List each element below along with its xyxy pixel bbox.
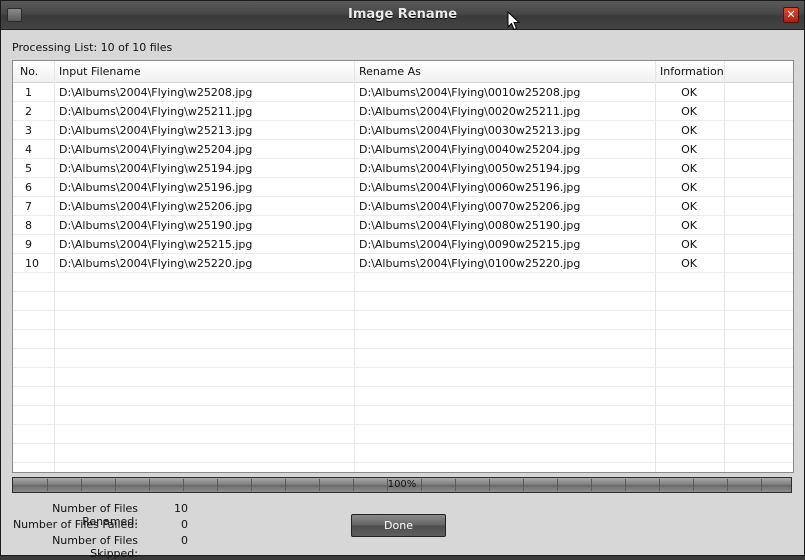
column-header-information[interactable]: Information xyxy=(660,65,724,78)
cell-no: 8 xyxy=(25,219,32,232)
cell-input-filename: D:\Albums\2004\Flying\w25190.jpg xyxy=(59,219,253,232)
image-rename-dialog: Image Rename ✕ Processing List: 10 of 10… xyxy=(0,0,805,560)
grid-row-line xyxy=(13,443,793,444)
cell-rename-as: D:\Albums\2004\Flying\0100w25220.jpg xyxy=(359,257,581,270)
cell-information: OK xyxy=(681,200,697,213)
progress-percent: 100% xyxy=(387,479,417,490)
cell-no: 4 xyxy=(25,143,32,156)
grid-row-line xyxy=(13,424,793,425)
cell-input-filename: D:\Albums\2004\Flying\w25206.jpg xyxy=(59,200,253,213)
cell-information: OK xyxy=(681,162,697,175)
cell-information: OK xyxy=(681,124,697,137)
cell-information: OK xyxy=(681,257,697,270)
column-header-no[interactable]: No. xyxy=(20,65,38,78)
cell-no: 2 xyxy=(25,105,32,118)
cell-input-filename: D:\Albums\2004\Flying\w25204.jpg xyxy=(59,143,253,156)
files-renamed-value: 10 xyxy=(174,502,188,515)
cell-no: 3 xyxy=(25,124,32,137)
progress-bar: 100% xyxy=(12,477,792,493)
cell-rename-as: D:\Albums\2004\Flying\0010w25208.jpg xyxy=(359,86,581,99)
grid-row-line xyxy=(13,329,793,330)
title-bar[interactable]: Image Rename ✕ xyxy=(1,1,804,30)
table-row[interactable]: 8 D:\Albums\2004\Flying\w25190.jpg D:\Albu… xyxy=(13,216,793,235)
cell-no: 10 xyxy=(25,257,39,270)
cell-input-filename: D:\Albums\2004\Flying\w25220.jpg xyxy=(59,257,253,270)
cell-input-filename: D:\Albums\2004\Flying\w25208.jpg xyxy=(59,86,253,99)
cell-information: OK xyxy=(681,181,697,194)
cell-no: 6 xyxy=(25,181,32,194)
cell-no: 7 xyxy=(25,200,32,213)
grid-row-line xyxy=(13,310,793,311)
grid-row-line xyxy=(13,462,793,463)
cell-information: OK xyxy=(681,86,697,99)
cell-information: OK xyxy=(681,143,697,156)
cell-information: OK xyxy=(681,219,697,232)
cell-rename-as: D:\Albums\2004\Flying\0050w25194.jpg xyxy=(359,162,581,175)
cell-input-filename: D:\Albums\2004\Flying\w25211.jpg xyxy=(59,105,253,118)
processing-list-table[interactable]: No. Input Filename Rename As Information… xyxy=(12,60,794,473)
cell-no: 1 xyxy=(25,86,32,99)
window-title: Image Rename xyxy=(347,7,458,22)
column-header-rename-as[interactable]: Rename As xyxy=(359,65,421,78)
grid-row-line xyxy=(13,291,793,292)
grid-row-line xyxy=(13,367,793,368)
close-icon[interactable]: ✕ xyxy=(783,7,799,23)
table-row[interactable]: 2 D:\Albums\2004\Flying\w25211.jpg D:\Albu… xyxy=(13,102,793,121)
cell-no: 9 xyxy=(25,238,32,251)
table-row[interactable]: 7 D:\Albums\2004\Flying\w25206.jpg D:\Albu… xyxy=(13,197,793,216)
cell-rename-as: D:\Albums\2004\Flying\0060w25196.jpg xyxy=(359,181,581,194)
cell-rename-as: D:\Albums\2004\Flying\0040w25204.jpg xyxy=(359,143,581,156)
cell-rename-as: D:\Albums\2004\Flying\0080w25190.jpg xyxy=(359,219,581,232)
cell-information: OK xyxy=(681,105,697,118)
cell-input-filename: D:\Albums\2004\Flying\w25213.jpg xyxy=(59,124,253,137)
cell-information: OK xyxy=(681,238,697,251)
grid-row-line xyxy=(13,348,793,349)
done-button[interactable]: Done xyxy=(351,514,446,537)
cell-input-filename: D:\Albums\2004\Flying\w25196.jpg xyxy=(59,181,253,194)
processing-list-label: Processing List: 10 of 10 files xyxy=(12,41,173,54)
cell-rename-as: D:\Albums\2004\Flying\0070w25206.jpg xyxy=(359,200,581,213)
table-row[interactable]: 6 D:\Albums\2004\Flying\w25196.jpg D:\Albu… xyxy=(13,178,793,197)
files-failed-label: Number of Files Failed: xyxy=(12,518,138,531)
table-row[interactable]: 3 D:\Albums\2004\Flying\w25213.jpg D:\Albu… xyxy=(13,121,793,140)
column-header-input-filename[interactable]: Input Filename xyxy=(59,65,141,78)
grid-row-line xyxy=(13,386,793,387)
table-row[interactable]: 10 D:\Albums\2004\Flying\w25220.jpg D:\Alb… xyxy=(13,254,793,273)
table-row[interactable]: 5 D:\Albums\2004\Flying\w25194.jpg D:\Albu… xyxy=(13,159,793,178)
cell-no: 5 xyxy=(25,162,32,175)
table-header: No. Input Filename Rename As Information xyxy=(13,61,793,83)
cell-rename-as: D:\Albums\2004\Flying\0030w25213.jpg xyxy=(359,124,581,137)
cell-rename-as: D:\Albums\2004\Flying\0020w25211.jpg xyxy=(359,105,581,118)
table-row[interactable]: 4 D:\Albums\2004\Flying\w25204.jpg D:\Albu… xyxy=(13,140,793,159)
cell-input-filename: D:\Albums\2004\Flying\w25215.jpg xyxy=(59,238,253,251)
files-skipped-label: Number of Files Skipped: xyxy=(52,534,138,560)
grid-row-line xyxy=(13,405,793,406)
files-skipped-value: 0 xyxy=(181,534,188,547)
files-failed-value: 0 xyxy=(181,518,188,531)
table-row[interactable]: 1 D:\Albums\2004\Flying\w25208.jpg D:\Albu… xyxy=(13,83,793,102)
cell-rename-as: D:\Albums\2004\Flying\0090w25215.jpg xyxy=(359,238,581,251)
table-row[interactable]: 9 D:\Albums\2004\Flying\w25215.jpg D:\Albu… xyxy=(13,235,793,254)
cell-input-filename: D:\Albums\2004\Flying\w25194.jpg xyxy=(59,162,253,175)
mouse-cursor-icon xyxy=(507,11,521,31)
